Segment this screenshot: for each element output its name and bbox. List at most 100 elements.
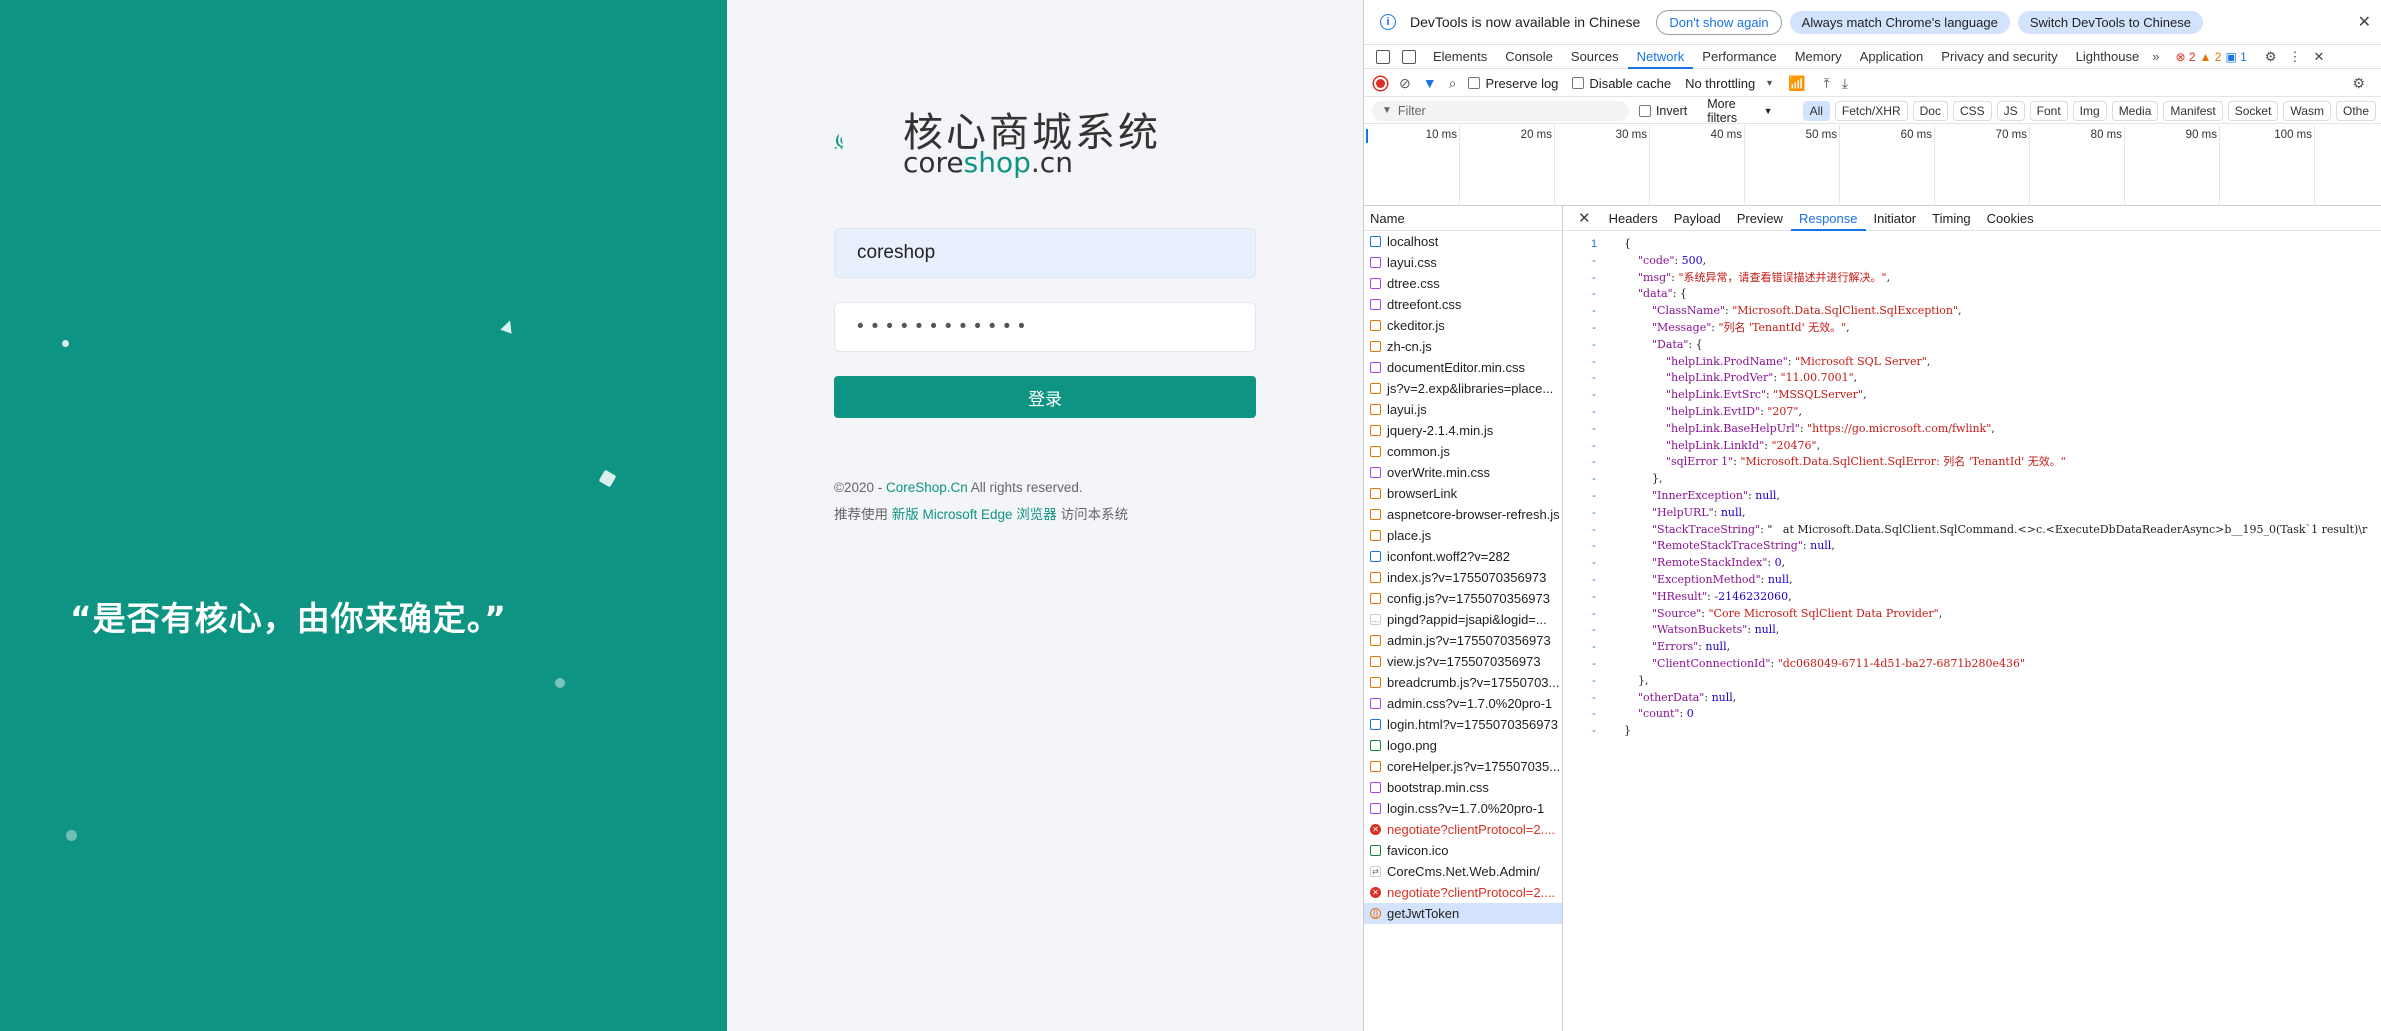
request-row[interactable]: layui.css — [1364, 252, 1562, 273]
filter-type-js[interactable]: JS — [1996, 100, 2025, 121]
filter-type-css[interactable]: CSS — [1952, 100, 1992, 121]
detail-tab-timing[interactable]: Timing — [1924, 206, 1979, 231]
filter-type-wasm[interactable]: Wasm — [2283, 100, 2331, 121]
request-row[interactable]: localhost — [1364, 231, 1562, 252]
switch-language-button[interactable]: Switch DevTools to Chinese — [2017, 10, 2203, 34]
device-toolbar-icon[interactable] — [1402, 49, 1416, 64]
js-file-icon — [1370, 677, 1381, 688]
tab-lighthouse[interactable]: Lighthouse — [2067, 45, 2149, 69]
network-conditions-icon[interactable]: 📶 — [1788, 75, 1805, 92]
js-file-icon — [1370, 635, 1381, 646]
tab-console[interactable]: Console — [1496, 45, 1562, 69]
edge-link[interactable]: 新版 Microsoft Edge 浏览器 — [892, 507, 1057, 522]
export-har-icon[interactable]: ⤓ — [1842, 75, 1848, 92]
filter-type-manifest[interactable]: Manifest — [2163, 100, 2223, 121]
request-row[interactable]: aspnetcore-browser-refresh.js — [1364, 504, 1562, 525]
request-row[interactable]: admin.css?v=1.7.0%20pro-1 — [1364, 693, 1562, 714]
filter-input[interactable]: ▼ Filter — [1372, 100, 1629, 121]
tab-sources[interactable]: Sources — [1562, 45, 1628, 69]
detail-tab-preview[interactable]: Preview — [1729, 206, 1791, 231]
close-devtools-icon[interactable]: ✕ — [2313, 49, 2324, 65]
request-row[interactable]: place.js — [1364, 525, 1562, 546]
request-row[interactable]: documentEditor.min.css — [1364, 357, 1562, 378]
request-row[interactable]: … pingd?appid=jsapi&logid=... — [1364, 609, 1562, 630]
detail-tab-response[interactable]: Response — [1790, 206, 1866, 231]
clear-icon[interactable]: ⊘ — [1399, 75, 1411, 92]
dont-show-button[interactable]: Don't show again — [1656, 9, 1782, 35]
tab-application[interactable]: Application — [1851, 45, 1933, 69]
filter-type-othe[interactable]: Othe — [2335, 100, 2376, 121]
filter-icon[interactable]: ▼ — [1423, 75, 1437, 91]
request-row[interactable]: ⇄ CoreCms.Net.Web.Admin/ — [1364, 861, 1562, 882]
error-count[interactable]: ⊗ 2 — [2175, 50, 2195, 64]
request-row[interactable]: config.js?v=1755070356973 — [1364, 588, 1562, 609]
filter-type-media[interactable]: Media — [2111, 100, 2159, 121]
request-row[interactable]: layui.js — [1364, 399, 1562, 420]
request-name: bootstrap.min.css — [1387, 780, 1489, 795]
inspect-icon[interactable] — [1376, 49, 1390, 64]
login-button[interactable]: 登录 — [834, 376, 1256, 418]
request-row[interactable]: overWrite.min.css — [1364, 462, 1562, 483]
request-row[interactable]: dtreefont.css — [1364, 294, 1562, 315]
request-row[interactable]: login.html?v=1755070356973 — [1364, 714, 1562, 735]
tab-elements[interactable]: Elements — [1424, 45, 1496, 69]
request-row[interactable]: common.js — [1364, 441, 1562, 462]
request-row[interactable]: iconfont.woff2?v=282 — [1364, 546, 1562, 567]
import-har-icon[interactable]: ⤒ — [1824, 75, 1830, 92]
message-count[interactable]: ▣ 1 — [2225, 50, 2246, 64]
network-settings-icon[interactable]: ⚙ — [2352, 75, 2365, 92]
record-icon[interactable] — [1374, 76, 1387, 90]
request-row[interactable]: coreHelper.js?v=175507035... — [1364, 756, 1562, 777]
request-row[interactable]: ✕ negotiate?clientProtocol=2.... — [1364, 882, 1562, 903]
settings-icon[interactable]: ⚙ — [2265, 49, 2277, 65]
request-row[interactable]: zh-cn.js — [1364, 336, 1562, 357]
search-icon[interactable]: ⌕ — [1449, 75, 1457, 92]
filter-type-font[interactable]: Font — [2029, 100, 2068, 121]
tab-network[interactable]: Network — [1627, 45, 1694, 69]
request-row[interactable]: logo.png — [1364, 735, 1562, 756]
request-row[interactable]: ✕ negotiate?clientProtocol=2.... — [1364, 819, 1562, 840]
tab-privacy-and-security[interactable]: Privacy and security — [1932, 45, 2066, 69]
request-row[interactable]: favicon.ico — [1364, 840, 1562, 861]
detail-tab-payload[interactable]: Payload — [1666, 206, 1729, 231]
more-filters-dropdown[interactable]: More filters ▼ — [1707, 97, 1772, 125]
request-row[interactable]: {} getJwtToken — [1364, 903, 1562, 924]
filter-type-all[interactable]: All — [1802, 100, 1830, 121]
copyright-link[interactable]: CoreShop.Cn — [886, 480, 968, 495]
filter-type-socket[interactable]: Socket — [2227, 100, 2279, 121]
warning-count[interactable]: ▲ 2 — [2200, 50, 2222, 64]
username-input[interactable]: coreshop — [834, 228, 1256, 278]
more-options-icon[interactable]: ⋮ — [2288, 49, 2301, 65]
disable-cache-checkbox[interactable]: Disable cache — [1572, 76, 1671, 91]
request-row[interactable]: jquery-2.1.4.min.js — [1364, 420, 1562, 441]
request-row[interactable]: view.js?v=1755070356973 — [1364, 651, 1562, 672]
detail-tab-initiator[interactable]: Initiator — [1866, 206, 1925, 231]
close-icon[interactable]: ✕ — [1578, 209, 1591, 227]
request-row[interactable]: js?v=2.exp&libraries=place... — [1364, 378, 1562, 399]
request-row[interactable]: breadcrumb.js?v=17550703... — [1364, 672, 1562, 693]
request-row[interactable]: bootstrap.min.css — [1364, 777, 1562, 798]
request-row[interactable]: login.css?v=1.7.0%20pro-1 — [1364, 798, 1562, 819]
more-tabs-icon[interactable]: » — [2152, 49, 2159, 64]
request-row[interactable]: ckeditor.js — [1364, 315, 1562, 336]
preserve-log-checkbox[interactable]: Preserve log — [1468, 76, 1558, 91]
request-name: aspnetcore-browser-refresh.js — [1387, 507, 1560, 522]
detail-tab-cookies[interactable]: Cookies — [1979, 206, 2042, 231]
tab-performance[interactable]: Performance — [1693, 45, 1785, 69]
close-icon[interactable]: ✕ — [2358, 12, 2371, 32]
password-input[interactable]: •••••••••••• — [834, 302, 1256, 352]
request-row[interactable]: index.js?v=1755070356973 — [1364, 567, 1562, 588]
invert-checkbox[interactable]: Invert — [1638, 104, 1687, 118]
filter-type-img[interactable]: Img — [2072, 100, 2107, 121]
throttling-select[interactable]: No throttling ▼ — [1685, 76, 1774, 91]
detail-tab-headers[interactable]: Headers — [1601, 206, 1666, 231]
request-row[interactable]: admin.js?v=1755070356973 — [1364, 630, 1562, 651]
request-row[interactable]: browserLink — [1364, 483, 1562, 504]
name-column-header[interactable]: Name — [1364, 206, 1562, 231]
match-language-button[interactable]: Always match Chrome's language — [1789, 10, 2010, 34]
filter-type-fetchxhr[interactable]: Fetch/XHR — [1834, 100, 1908, 121]
filter-type-doc[interactable]: Doc — [1912, 100, 1948, 121]
request-row[interactable]: dtree.css — [1364, 273, 1562, 294]
copyright-text: All rights reserved. — [967, 480, 1083, 495]
tab-memory[interactable]: Memory — [1786, 45, 1851, 69]
